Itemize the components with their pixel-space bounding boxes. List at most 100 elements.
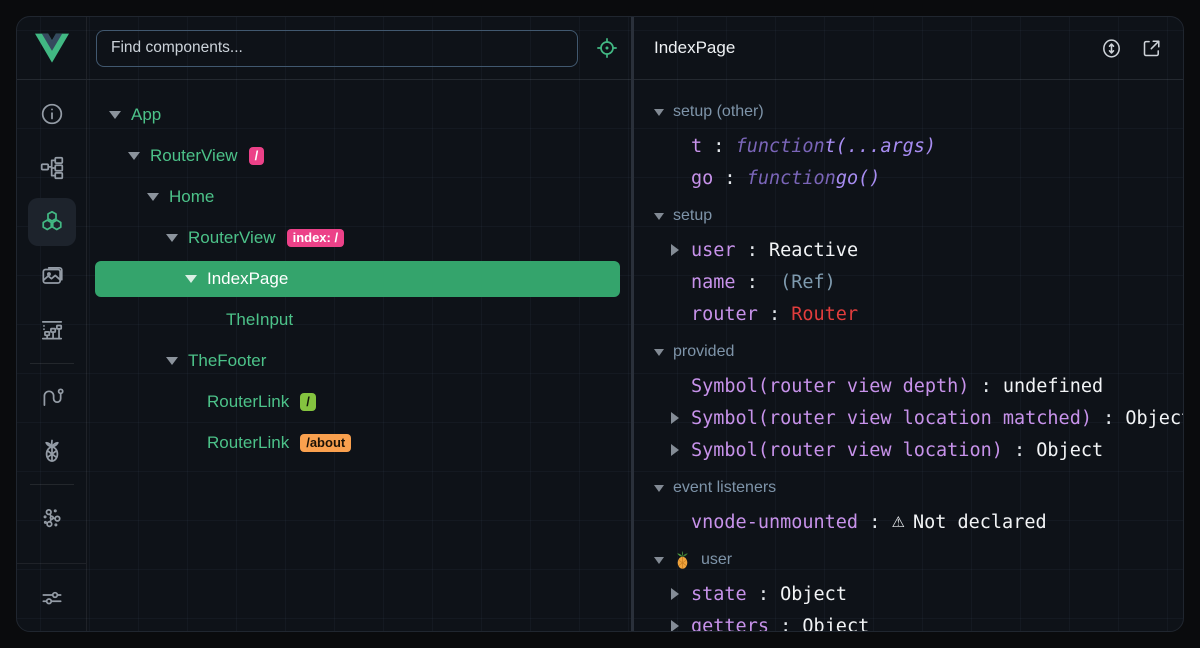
route-badge: / bbox=[300, 393, 316, 411]
state-item-symbol-router-view-depth-[interactable]: Symbol(router view depth) : undefined bbox=[654, 370, 1183, 402]
state-value: Object bbox=[802, 616, 869, 632]
triangle-down-icon bbox=[654, 109, 664, 116]
section-label: setup bbox=[673, 207, 712, 225]
component-name: IndexPage bbox=[207, 269, 288, 289]
expander-down-icon[interactable] bbox=[166, 357, 188, 365]
state-key: user bbox=[691, 240, 736, 261]
tree-row-thefooter-6[interactable]: TheFooter bbox=[95, 343, 620, 379]
expander-down-icon[interactable] bbox=[185, 275, 207, 283]
triangle-down-icon bbox=[128, 152, 140, 160]
triangle-down-icon bbox=[654, 557, 664, 564]
state-key: go bbox=[691, 168, 713, 189]
state-value: undefined bbox=[1003, 376, 1103, 397]
devtools-window: AppRouterView/HomeRouterViewindex: /Inde… bbox=[16, 16, 1184, 632]
expander-down-icon[interactable] bbox=[147, 193, 169, 201]
expander-right-icon[interactable] bbox=[671, 620, 679, 631]
expander-right-icon[interactable] bbox=[671, 412, 679, 424]
key-value-separator: : bbox=[702, 136, 735, 157]
state-key: Symbol(router view location) bbox=[691, 440, 1003, 461]
state-item-go[interactable]: go : function go() bbox=[654, 162, 1183, 194]
function-signature: t(...args) bbox=[825, 136, 936, 157]
key-value-separator: : bbox=[769, 616, 802, 632]
pinia-store-icon bbox=[674, 550, 691, 570]
router-icon[interactable] bbox=[28, 373, 76, 421]
state-key: getters bbox=[691, 616, 769, 632]
settings-icon[interactable] bbox=[28, 574, 76, 622]
tree-row-routerview-1[interactable]: RouterView/ bbox=[95, 138, 620, 174]
component-name: TheInput bbox=[226, 310, 293, 330]
key-value-separator: : bbox=[713, 168, 746, 189]
components-pane: AppRouterView/HomeRouterViewindex: /Inde… bbox=[87, 17, 631, 631]
triangle-down-icon bbox=[185, 275, 197, 283]
section-label: provided bbox=[673, 343, 734, 361]
state-item-name[interactable]: name : (Ref) bbox=[654, 266, 1183, 298]
state-value: Object bbox=[1125, 408, 1183, 429]
scroll-to-component-icon[interactable] bbox=[1100, 37, 1123, 60]
state-item-vnode-unmounted[interactable]: vnode-unmounted : ⚠Not declared bbox=[654, 506, 1183, 538]
triangle-down-icon bbox=[654, 213, 664, 220]
route-badge: /about bbox=[300, 434, 351, 452]
activity-bar bbox=[17, 17, 87, 631]
expander-right-icon[interactable] bbox=[671, 444, 679, 456]
key-value-separator: : bbox=[969, 376, 1002, 397]
pages-icon[interactable] bbox=[28, 144, 76, 192]
inspect-component-icon[interactable] bbox=[595, 36, 619, 60]
sidebar-divider bbox=[30, 363, 74, 364]
section-header[interactable]: user bbox=[654, 542, 1183, 578]
overview-icon[interactable] bbox=[28, 90, 76, 138]
open-in-editor-icon[interactable] bbox=[1140, 37, 1163, 60]
triangle-down-icon bbox=[109, 111, 121, 119]
tree-row-indexpage-4[interactable]: IndexPage bbox=[95, 261, 620, 297]
state-item-symbol-router-view-location-[interactable]: Symbol(router view location) : Object bbox=[654, 434, 1183, 466]
key-value-separator: : bbox=[747, 584, 780, 605]
key-value-separator: : bbox=[1003, 440, 1036, 461]
expander-down-icon[interactable] bbox=[166, 234, 188, 242]
tree-row-app-0[interactable]: App bbox=[95, 97, 620, 133]
state-value: Reactive bbox=[769, 240, 858, 261]
tree-row-theinput-5[interactable]: TheInput bbox=[95, 302, 620, 338]
tree-row-routerview-3[interactable]: RouterViewindex: / bbox=[95, 220, 620, 256]
section-header[interactable]: event listeners bbox=[654, 470, 1183, 506]
component-name: RouterView bbox=[188, 228, 276, 248]
expander-right-icon[interactable] bbox=[671, 244, 679, 256]
section-header[interactable]: setup bbox=[654, 198, 1183, 234]
vue-logo-icon bbox=[35, 33, 69, 63]
components-icon[interactable] bbox=[28, 198, 76, 246]
section-header[interactable]: setup (other) bbox=[654, 94, 1183, 130]
section-label: user bbox=[701, 551, 732, 569]
state-key: Symbol(router view depth) bbox=[691, 376, 969, 397]
component-name: TheFooter bbox=[188, 351, 266, 371]
expander-right-icon[interactable] bbox=[671, 588, 679, 600]
function-keyword: function bbox=[747, 168, 836, 189]
timeline-icon[interactable] bbox=[28, 306, 76, 354]
sidebar-divider bbox=[30, 484, 74, 485]
triangle-down-icon bbox=[654, 485, 664, 492]
key-value-separator: : bbox=[758, 304, 791, 325]
state-item-symbol-router-view-location-matched-[interactable]: Symbol(router view location matched) : O… bbox=[654, 402, 1183, 434]
settings-cell bbox=[17, 563, 86, 631]
tree-row-routerlink-7[interactable]: RouterLink/ bbox=[95, 384, 620, 420]
triangle-down-icon bbox=[654, 349, 664, 356]
state-value: (Ref) bbox=[780, 272, 836, 293]
component-name: RouterLink bbox=[207, 433, 289, 453]
inspector-title: IndexPage bbox=[654, 38, 735, 58]
section-header[interactable]: provided bbox=[654, 334, 1183, 370]
pinia-icon[interactable] bbox=[28, 427, 76, 475]
tree-row-routerlink-8[interactable]: RouterLink/about bbox=[95, 425, 620, 461]
state-item-t[interactable]: t : function t(...args) bbox=[654, 130, 1183, 162]
inspector-header: IndexPage bbox=[634, 17, 1183, 80]
state-item-user[interactable]: user : Reactive bbox=[654, 234, 1183, 266]
component-name: App bbox=[131, 105, 161, 125]
assets-icon[interactable] bbox=[28, 252, 76, 300]
component-name: RouterView bbox=[150, 146, 238, 166]
state-item-getters[interactable]: getters : Object bbox=[654, 610, 1183, 631]
key-value-separator: : bbox=[736, 240, 769, 261]
tree-row-home-2[interactable]: Home bbox=[95, 179, 620, 215]
state-item-router[interactable]: router : Router bbox=[654, 298, 1183, 330]
expander-down-icon[interactable] bbox=[128, 152, 150, 160]
search-input[interactable] bbox=[96, 30, 578, 67]
expander-down-icon[interactable] bbox=[109, 111, 131, 119]
graph-icon[interactable] bbox=[28, 494, 76, 542]
state-item-state[interactable]: state : Object bbox=[654, 578, 1183, 610]
component-tree: AppRouterView/HomeRouterViewindex: /Inde… bbox=[87, 80, 631, 631]
